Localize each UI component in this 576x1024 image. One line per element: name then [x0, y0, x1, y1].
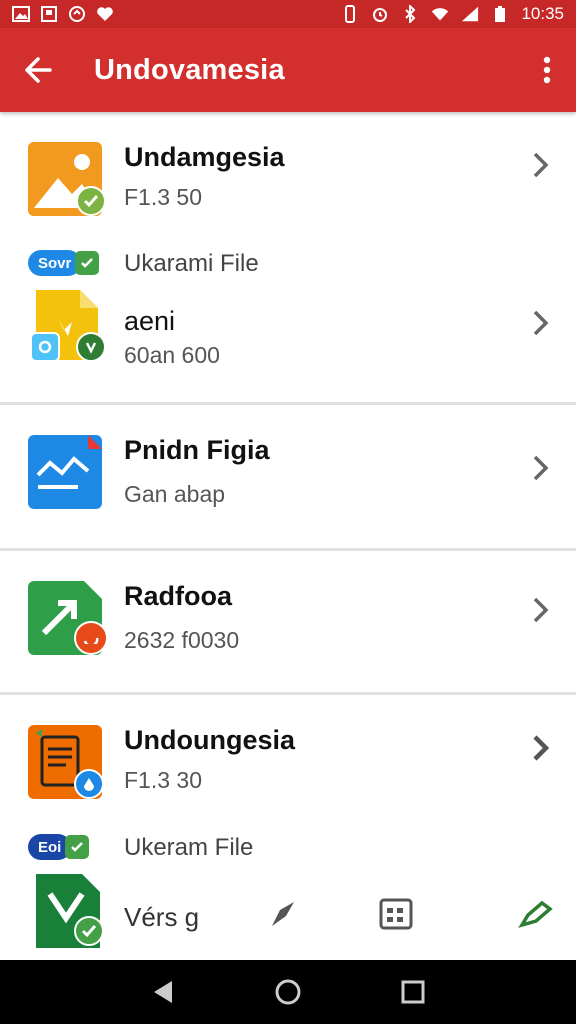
list-item[interactable]: Radfooa 2632 f0030	[0, 551, 576, 693]
item-title: aeni	[124, 306, 176, 336]
bluetooth-icon	[401, 5, 419, 23]
status-bar: 10:35	[0, 0, 576, 28]
alarm-icon	[371, 5, 389, 23]
item-subtitle: 60an 600	[124, 342, 220, 368]
file-tag-row: Sovr Ukarami File	[0, 244, 576, 284]
item-subtitle: 2632 f0030	[124, 627, 240, 653]
item-title: Undamgesia	[124, 142, 285, 172]
nav-home-button[interactable]	[268, 972, 308, 1012]
app-bar: Undovamesia	[0, 28, 576, 112]
wifi-icon	[431, 5, 449, 23]
back-arrow-icon	[25, 57, 52, 83]
drop-badge-icon	[74, 769, 104, 799]
file-list: Undamgesia F1.3 50 Sovr Ukarami File aen…	[0, 112, 576, 882]
nav-back-button[interactable]	[143, 972, 183, 1012]
pen-icon	[272, 902, 294, 926]
list-item[interactable]: aeni 60an 600	[0, 284, 576, 404]
sync-notification-icon	[68, 5, 86, 23]
heart-notification-icon	[96, 5, 114, 23]
edit-tool-button[interactable]	[264, 894, 304, 934]
check-icon	[75, 251, 100, 275]
chart-file-icon	[28, 435, 102, 509]
check-icon	[65, 835, 90, 859]
system-navigation-bar	[0, 960, 576, 1024]
chevron-right-icon	[533, 152, 549, 178]
overflow-menu-button[interactable]	[518, 28, 576, 112]
grid-icon	[379, 898, 413, 930]
document-file-icon	[28, 288, 106, 362]
item-subtitle: F1.3 30	[124, 767, 202, 793]
tag-label: Ukarami File	[124, 250, 259, 277]
chevron-right-icon	[533, 455, 549, 481]
sheets-file-icon	[30, 874, 104, 948]
square-recents-icon	[401, 980, 425, 1004]
list-item[interactable]: Undoungesia F1.3 30	[0, 695, 576, 825]
tag-label: Ukeram File	[124, 834, 254, 861]
list-item[interactable]: Pnidn Figia Gan abap	[0, 405, 576, 549]
spreadsheet-file-icon	[28, 581, 108, 655]
chevron-right-icon	[533, 310, 549, 336]
item-subtitle: Gan abap	[124, 481, 226, 507]
check-badge-icon	[74, 916, 104, 946]
item-title: Pnidn Figia	[124, 435, 270, 465]
vibrate-icon	[341, 5, 359, 23]
status-time: 10:35	[521, 4, 564, 23]
camera-badge-icon	[30, 332, 60, 362]
item-title: Undoungesia	[124, 725, 296, 755]
image-file-icon	[28, 142, 106, 216]
tag-badge: Sovr	[28, 250, 82, 276]
chevron-right-icon	[533, 735, 550, 761]
back-button[interactable]	[0, 28, 76, 112]
circle-home-icon	[275, 979, 301, 1005]
item-subtitle: F1.3 50	[124, 184, 202, 210]
orange-badge-icon	[74, 621, 108, 655]
text-file-icon	[28, 725, 104, 799]
check-badge-icon	[76, 186, 106, 216]
signal-icon	[461, 5, 479, 23]
triangle-back-icon	[153, 981, 172, 1003]
nav-recents-button[interactable]	[393, 972, 433, 1012]
page-title: Undovamesia	[94, 53, 285, 86]
bottom-toolbar: Vérs g	[0, 860, 576, 960]
more-vert-icon	[543, 56, 551, 84]
photo-notification-icon	[12, 5, 30, 23]
square-notification-icon	[40, 5, 58, 23]
chevron-right-icon	[533, 597, 549, 623]
list-item[interactable]: Undamgesia F1.3 50	[0, 112, 576, 232]
bottom-toolbar-label: Vérs g	[124, 902, 200, 932]
calendar-button[interactable]	[376, 894, 416, 934]
pencil-button[interactable]	[516, 894, 556, 934]
item-title: Radfooa	[124, 581, 232, 611]
pencil-icon	[518, 900, 553, 928]
green-badge-icon	[76, 332, 106, 362]
battery-icon	[491, 5, 509, 23]
